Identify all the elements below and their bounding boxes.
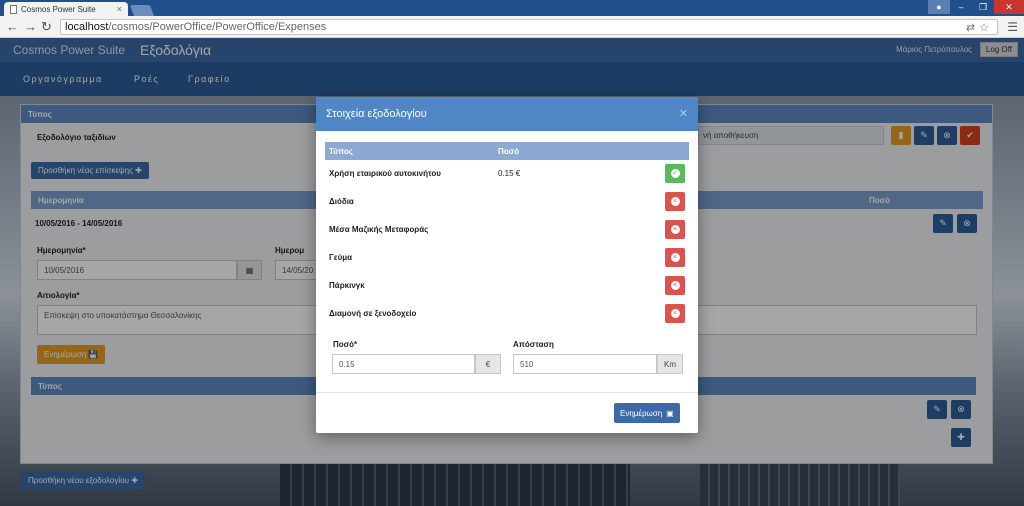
distance-input[interactable]: 510 (513, 354, 657, 374)
new-tab-button[interactable] (129, 5, 155, 16)
translate-star-icons[interactable]: ⇄☆ (966, 21, 993, 34)
url-path: /cosmos/PowerOffice/PowerOffice/Expenses (108, 21, 327, 33)
amount-input[interactable]: 0.15 (332, 354, 475, 374)
save-icon: ▣ (666, 408, 674, 418)
url-host: localhost (65, 21, 109, 33)
remove-circle-icon: × (670, 253, 680, 262)
back-icon[interactable]: ← (6, 20, 19, 33)
remove-button[interactable]: × (665, 276, 685, 295)
modal-col-amount: Ποσό (498, 147, 520, 156)
browser-titlebar: Cosmos Power Suite × ● – ❐ ✕ (0, 0, 1024, 16)
expense-amount: 0.15 € (498, 169, 521, 178)
check-circle-icon: ✓ (670, 169, 680, 178)
page-icon (10, 4, 17, 14)
distance-label: Απόσταση (513, 340, 554, 349)
window-controls: ● – ❐ ✕ (928, 0, 1024, 14)
distance-unit-addon: Km (657, 354, 683, 374)
remove-circle-icon: × (670, 197, 680, 206)
tab-title: Cosmos Power Suite (21, 4, 96, 14)
amount-label: Ποσό* (333, 340, 358, 349)
currency-addon: € (475, 354, 501, 374)
modal-update-button[interactable]: Ενημέρωση ▣ (614, 403, 680, 423)
profile-icon[interactable]: ● (928, 0, 950, 14)
forward-icon[interactable]: → (24, 20, 37, 33)
remove-circle-icon: × (670, 281, 680, 290)
modal-table-header: Τύπος Ποσό (325, 142, 689, 160)
modal-title: Στοιχεία εξοδολογίου (326, 108, 427, 120)
restore-icon[interactable]: ❐ (972, 0, 994, 14)
url-input[interactable]: localhost/cosmos/PowerOffice/PowerOffice… (60, 19, 998, 68)
remove-circle-icon: × (670, 309, 680, 318)
browser-tab[interactable]: Cosmos Power Suite × (4, 2, 128, 16)
remove-circle-icon: × (670, 225, 680, 234)
close-icon[interactable]: ✕ (679, 107, 688, 120)
reload-icon[interactable]: ↻ (41, 20, 52, 33)
expense-type: Διαμονή σε ξενοδοχείο (329, 309, 417, 318)
modal-col-type: Τύπος (329, 147, 353, 156)
table-row: Μέσα Μαζικής Μεταφοράς × (325, 216, 689, 244)
modal-header: Στοιχεία εξοδολογίου ✕ (316, 97, 698, 131)
remove-button[interactable]: × (665, 304, 685, 323)
expense-type: Πάρκινγκ (329, 281, 365, 290)
table-row: Διόδια × (325, 188, 689, 216)
minimize-icon[interactable]: – (950, 0, 972, 14)
expense-type: Διόδια (329, 197, 354, 206)
app-page: Cosmos Power Suite Εξοδολόγια Μάριος Πετ… (0, 38, 1024, 506)
close-window-icon[interactable]: ✕ (994, 0, 1024, 14)
expense-type: Γεύμα (329, 253, 353, 262)
address-toolbar: ← → ↻ localhost/cosmos/PowerOffice/Power… (0, 16, 1024, 68)
modal-divider (316, 392, 698, 393)
remove-button[interactable]: × (665, 220, 685, 239)
menu-icon[interactable]: ☰ (1007, 20, 1018, 34)
modal-update-label: Ενημέρωση (620, 408, 663, 418)
selected-button[interactable]: ✓ (665, 164, 685, 183)
table-row: Γεύμα × (325, 244, 689, 272)
remove-button[interactable]: × (665, 248, 685, 267)
remove-button[interactable]: × (665, 192, 685, 211)
table-row: Χρήση εταιρικού αυτοκινήτου 0.15 € ✓ (325, 160, 689, 188)
table-row: Διαμονή σε ξενοδοχείο × (325, 300, 689, 328)
table-row: Πάρκινγκ × (325, 272, 689, 300)
expense-type: Μέσα Μαζικής Μεταφοράς (329, 225, 429, 234)
close-tab-icon[interactable]: × (117, 4, 122, 14)
expense-details-modal: Στοιχεία εξοδολογίου ✕ Τύπος Ποσό Χρήση … (316, 97, 698, 433)
expense-type: Χρήση εταιρικού αυτοκινήτου (329, 169, 441, 178)
